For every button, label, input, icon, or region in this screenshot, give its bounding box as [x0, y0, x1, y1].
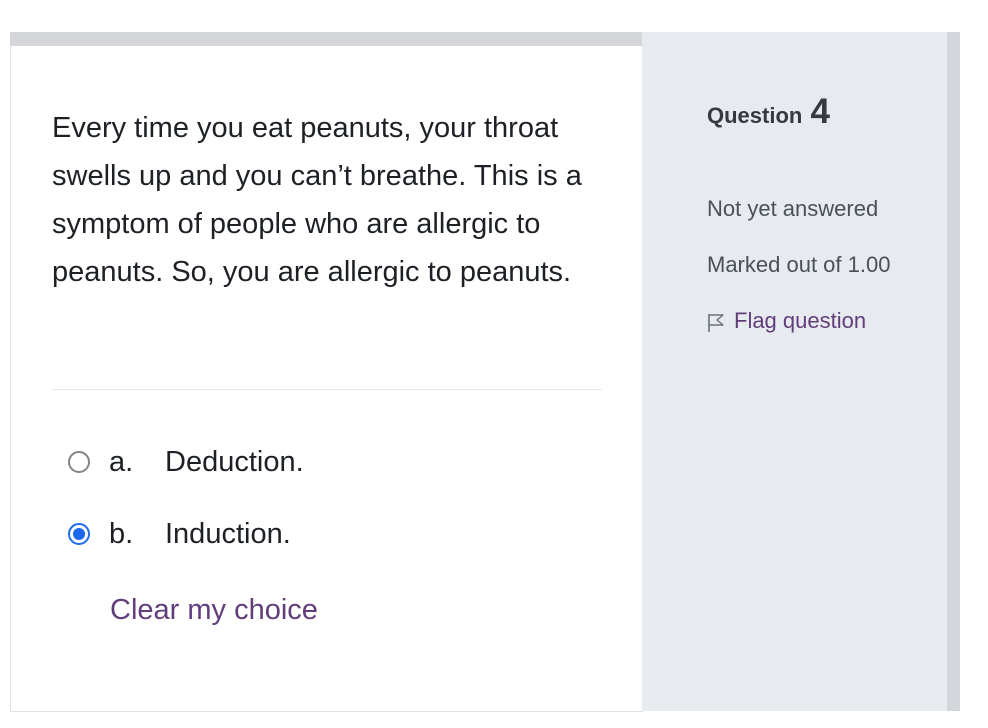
answer-option-a[interactable]: a. Deduction. [68, 444, 304, 480]
question-label: Question [707, 103, 803, 128]
radio-button-a[interactable] [68, 451, 90, 473]
question-info-panel: Question 4 Not yet answered Marked out o… [642, 32, 947, 711]
flag-outline-icon[interactable] [707, 313, 725, 333]
answer-label-a[interactable]: Deduction. [165, 446, 304, 479]
flag-question-label[interactable]: Flag question [734, 308, 866, 334]
answer-option-b[interactable]: b. Induction. [68, 516, 291, 552]
radio-button-b[interactable] [68, 523, 90, 545]
answer-letter-b: b. [109, 517, 134, 550]
answer-label-b[interactable]: Induction. [165, 518, 291, 551]
question-number-heading: Question 4 [707, 92, 830, 132]
question-number: 4 [810, 92, 830, 131]
question-content: Every time you eat peanuts, your throat … [10, 46, 643, 712]
info-panel-edge [947, 32, 960, 711]
answer-letter-a: a. [109, 445, 134, 478]
question-container: Every time you eat peanuts, your throat … [10, 32, 960, 712]
divider [52, 389, 602, 390]
question-text: Every time you eat peanuts, your throat … [52, 112, 582, 288]
question-top-bar [10, 32, 642, 46]
flag-question-link[interactable]: Flag question [707, 308, 866, 334]
question-state: Not yet answered [707, 196, 879, 221]
question-grade: Marked out of 1.00 [707, 252, 891, 277]
clear-choice-link[interactable]: Clear my choice [110, 594, 318, 627]
